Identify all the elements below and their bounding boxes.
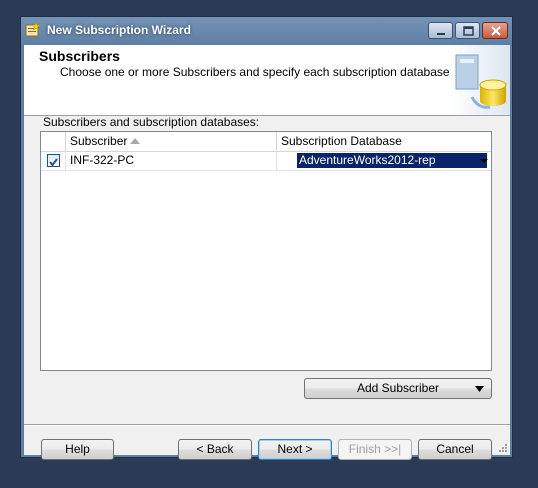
subscriber-cell: INF-322-PC: [66, 151, 277, 170]
column-header-subscription-database[interactable]: Subscription Database: [277, 132, 491, 151]
next-button[interactable]: Next >: [258, 439, 332, 460]
chevron-down-icon[interactable]: [477, 153, 491, 169]
header-checkbox-column[interactable]: [41, 132, 66, 151]
subscription-database-dropdown[interactable]: AdventureWorks2012-rep: [295, 152, 491, 169]
dropdown-arrow-icon: [475, 386, 484, 392]
wizard-header: Subscribers Choose one or more Subscribe…: [24, 45, 510, 116]
column-subscriber-label: Subscriber: [70, 134, 128, 148]
grid-label: Subscribers and subscription databases:: [43, 115, 260, 129]
table-row[interactable]: INF-322-PC AdventureWorks2012-rep: [41, 151, 491, 171]
minimize-button[interactable]: [428, 22, 453, 39]
sort-ascending-icon: [130, 138, 140, 144]
cancel-button[interactable]: Cancel: [418, 439, 492, 460]
close-icon: [491, 26, 501, 36]
help-button[interactable]: Help: [41, 439, 114, 460]
page-subtitle: Choose one or more Subscribers and speci…: [60, 65, 453, 79]
page-title: Subscribers: [39, 48, 120, 64]
finish-button[interactable]: Finish >>|: [338, 439, 412, 460]
subscriber-checkbox[interactable]: [47, 154, 60, 167]
column-database-label: Subscription Database: [281, 134, 402, 148]
subscribers-grid[interactable]: Subscriber Subscription Database INF-322…: [40, 131, 492, 371]
maximize-icon: [463, 26, 474, 36]
grid-header: Subscriber Subscription Database: [41, 132, 491, 152]
wizard-app-icon: [25, 21, 41, 38]
close-button[interactable]: [482, 22, 508, 39]
checkmark-icon: [49, 158, 58, 167]
footer-separator: [24, 424, 510, 426]
wizard-window: New Subscription Wizard Subscribers Choo…: [20, 16, 513, 460]
window-title: New Subscription Wizard: [47, 23, 191, 37]
minimize-icon: [437, 33, 445, 35]
back-button[interactable]: < Back: [178, 439, 252, 460]
database-graphic-icon: [450, 45, 510, 115]
maximize-button[interactable]: [455, 22, 480, 39]
resize-grip-icon[interactable]: [498, 443, 508, 453]
title-bar[interactable]: New Subscription Wizard: [21, 17, 512, 45]
wizard-client-area: Subscribers Choose one or more Subscribe…: [24, 45, 510, 460]
column-header-subscriber[interactable]: Subscriber: [66, 132, 277, 151]
add-subscriber-button[interactable]: Add Subscriber: [304, 378, 492, 399]
add-subscriber-label: Add Subscriber: [356, 381, 440, 395]
subscription-database-value: AdventureWorks2012-rep: [296, 152, 488, 169]
